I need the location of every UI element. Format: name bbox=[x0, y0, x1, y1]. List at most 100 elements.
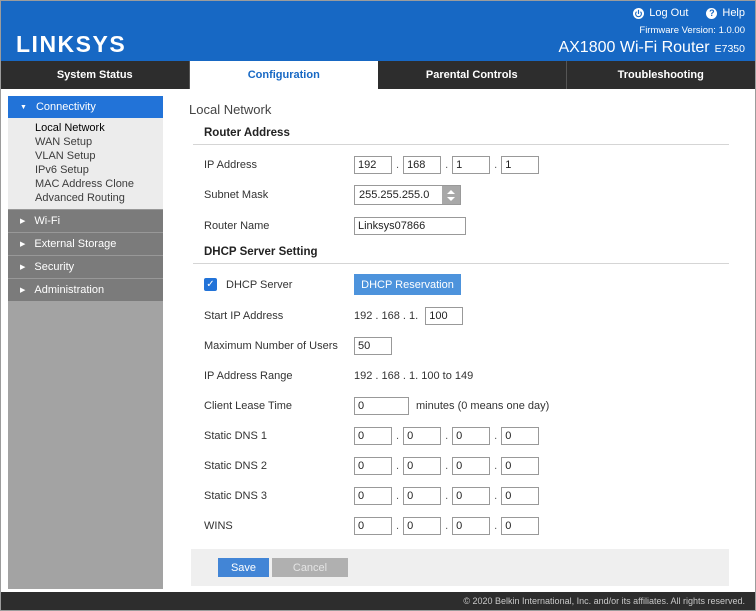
sidebar-item-connectivity[interactable]: ▼ Connectivity bbox=[8, 96, 163, 118]
lease-time-row: Client Lease Time minutes (0 means one d… bbox=[204, 396, 729, 415]
sidebar-item-local-network[interactable]: Local Network bbox=[8, 121, 163, 135]
ip-address-row: IP Address . . . bbox=[204, 155, 729, 174]
router-name-label: Router Name bbox=[204, 219, 270, 232]
dhcp-rows: ✓ DHCP Server DHCP Reservation Start IP … bbox=[189, 264, 729, 535]
dns3-octet-2[interactable] bbox=[403, 486, 442, 505]
dhcp-server-field: ✓ DHCP Server bbox=[204, 278, 354, 291]
ip-range-label: IP Address Range bbox=[204, 369, 293, 382]
tab-system-status[interactable]: System Status bbox=[1, 61, 190, 89]
header: LINKSYS Log Out ? Help Firmware Version:… bbox=[1, 1, 755, 61]
wins-octet-1[interactable] bbox=[354, 516, 392, 535]
wins-octet-3[interactable] bbox=[452, 516, 491, 535]
wins-octet-4[interactable] bbox=[501, 516, 540, 535]
section-router-address: Router Address bbox=[204, 127, 290, 139]
max-users-label: Maximum Number of Users bbox=[204, 339, 338, 352]
ip-octet-4[interactable] bbox=[501, 155, 540, 174]
sidebar-group-label: Security bbox=[34, 261, 75, 273]
tab-configuration[interactable]: Configuration bbox=[189, 61, 378, 89]
static-dns3-label: Static DNS 3 bbox=[204, 489, 267, 502]
wins-octet-2[interactable] bbox=[403, 516, 442, 535]
sidebar-item-vlan-setup[interactable]: VLAN Setup bbox=[8, 149, 163, 163]
sidebar-item-external-storage[interactable]: ▶ External Storage bbox=[8, 232, 163, 255]
subnet-mask-label: Subnet Mask bbox=[204, 189, 269, 201]
dns1-octet-1[interactable] bbox=[354, 426, 392, 445]
sidebar-item-security[interactable]: ▶ Security bbox=[8, 255, 163, 278]
static-dns1-label: Static DNS 1 bbox=[204, 429, 267, 442]
octet-separator: . bbox=[396, 158, 400, 171]
static-dns2-label: Static DNS 2 bbox=[204, 459, 267, 472]
max-users-input[interactable] bbox=[354, 336, 392, 355]
subnet-mask-select[interactable]: 255.255.255.0 bbox=[354, 185, 461, 205]
start-ip-row: Start IP Address 192 . 168 . 1. bbox=[204, 306, 729, 325]
dhcp-server-row: ✓ DHCP Server DHCP Reservation bbox=[204, 274, 729, 295]
router-admin-page: LINKSYS Log Out ? Help Firmware Version:… bbox=[0, 0, 756, 611]
router-name-input[interactable] bbox=[354, 216, 466, 235]
ip-octet-3[interactable] bbox=[452, 155, 491, 174]
tab-troubleshooting[interactable]: Troubleshooting bbox=[566, 61, 755, 89]
router-title-text: AX1800 Wi-Fi Router bbox=[558, 39, 710, 56]
linksys-logo: LINKSYS bbox=[16, 31, 127, 57]
dns2-octet-4[interactable] bbox=[501, 456, 540, 475]
dns3-octet-4[interactable] bbox=[501, 486, 540, 505]
sidebar-item-advanced-routing[interactable]: Advanced Routing bbox=[8, 191, 163, 205]
actions-band: Save Cancel bbox=[191, 549, 729, 586]
octet-separator: . bbox=[494, 429, 498, 442]
dns2-octet-1[interactable] bbox=[354, 456, 392, 475]
octet-separator: . bbox=[445, 429, 449, 442]
dns1-octet-4[interactable] bbox=[501, 426, 540, 445]
dhcp-server-checkbox[interactable]: ✓ bbox=[204, 278, 217, 291]
logout-label: Log Out bbox=[649, 7, 689, 19]
dns3-octet-1[interactable] bbox=[354, 486, 392, 505]
router-model: E7350 bbox=[714, 43, 745, 55]
dns1-octet-2[interactable] bbox=[403, 426, 442, 445]
octet-separator: . bbox=[396, 459, 400, 472]
subnet-mask-value: 255.255.255.0 bbox=[355, 186, 442, 204]
chevron-right-icon: ▶ bbox=[20, 217, 26, 225]
logout-link[interactable]: Log Out bbox=[633, 7, 688, 19]
sidebar-item-mac-address-clone[interactable]: MAC Address Clone bbox=[8, 177, 163, 191]
octet-separator: . bbox=[494, 459, 498, 472]
save-button[interactable]: Save bbox=[218, 558, 269, 577]
help-link[interactable]: ? Help bbox=[706, 7, 745, 19]
ip-octet-2[interactable] bbox=[403, 155, 442, 174]
dhcp-reservation-button[interactable]: DHCP Reservation bbox=[354, 274, 461, 295]
sidebar-item-ipv6-setup[interactable]: IPv6 Setup bbox=[8, 163, 163, 177]
subnet-mask-row: Subnet Mask 255.255.255.0 bbox=[204, 185, 729, 205]
ip-octet-1[interactable] bbox=[354, 155, 392, 174]
logout-power-icon bbox=[633, 7, 645, 19]
octet-separator: . bbox=[445, 489, 449, 502]
firmware-version: Firmware Version: 1.0.00 bbox=[639, 25, 745, 36]
section-dhcp: DHCP Server Setting bbox=[204, 246, 318, 258]
octet-separator: . bbox=[494, 519, 498, 532]
lease-time-label: Client Lease Time bbox=[204, 399, 293, 412]
spinner-up-icon bbox=[447, 189, 455, 194]
sidebar-group-label: Administration bbox=[34, 284, 105, 296]
sidebar-group-label: Wi-Fi bbox=[34, 215, 61, 227]
help-label: Help bbox=[722, 7, 745, 19]
octet-separator: . bbox=[494, 489, 498, 502]
lease-time-input[interactable] bbox=[354, 396, 409, 415]
sidebar-item-wifi[interactable]: ▶ Wi-Fi bbox=[8, 209, 163, 232]
start-ip-input[interactable] bbox=[425, 306, 464, 325]
sidebar-group-label: External Storage bbox=[34, 238, 117, 250]
chevron-right-icon: ▶ bbox=[20, 263, 26, 271]
dns2-octet-2[interactable] bbox=[403, 456, 442, 475]
tab-parental-controls[interactable]: Parental Controls bbox=[378, 61, 567, 89]
octet-separator: . bbox=[396, 519, 400, 532]
help-icon: ? bbox=[706, 7, 718, 19]
subnet-spinner[interactable] bbox=[442, 186, 460, 204]
dns2-octet-3[interactable] bbox=[452, 456, 491, 475]
sidebar-group-label: Connectivity bbox=[35, 101, 96, 113]
octet-separator: . bbox=[445, 158, 449, 171]
cancel-button[interactable]: Cancel bbox=[272, 558, 348, 577]
max-users-row: Maximum Number of Users bbox=[204, 336, 729, 355]
ip-range-row: IP Address Range 192 . 168 . 1. 100 to 1… bbox=[204, 366, 729, 385]
dns1-octet-3[interactable] bbox=[452, 426, 491, 445]
lease-time-suffix: minutes (0 means one day) bbox=[416, 399, 550, 412]
sidebar-item-administration[interactable]: ▶ Administration bbox=[8, 278, 163, 301]
start-ip-label: Start IP Address bbox=[204, 309, 284, 322]
dns3-octet-3[interactable] bbox=[452, 486, 491, 505]
chevron-right-icon: ▶ bbox=[20, 240, 26, 248]
wins-label: WINS bbox=[204, 519, 233, 532]
sidebar-item-wan-setup[interactable]: WAN Setup bbox=[8, 135, 163, 149]
